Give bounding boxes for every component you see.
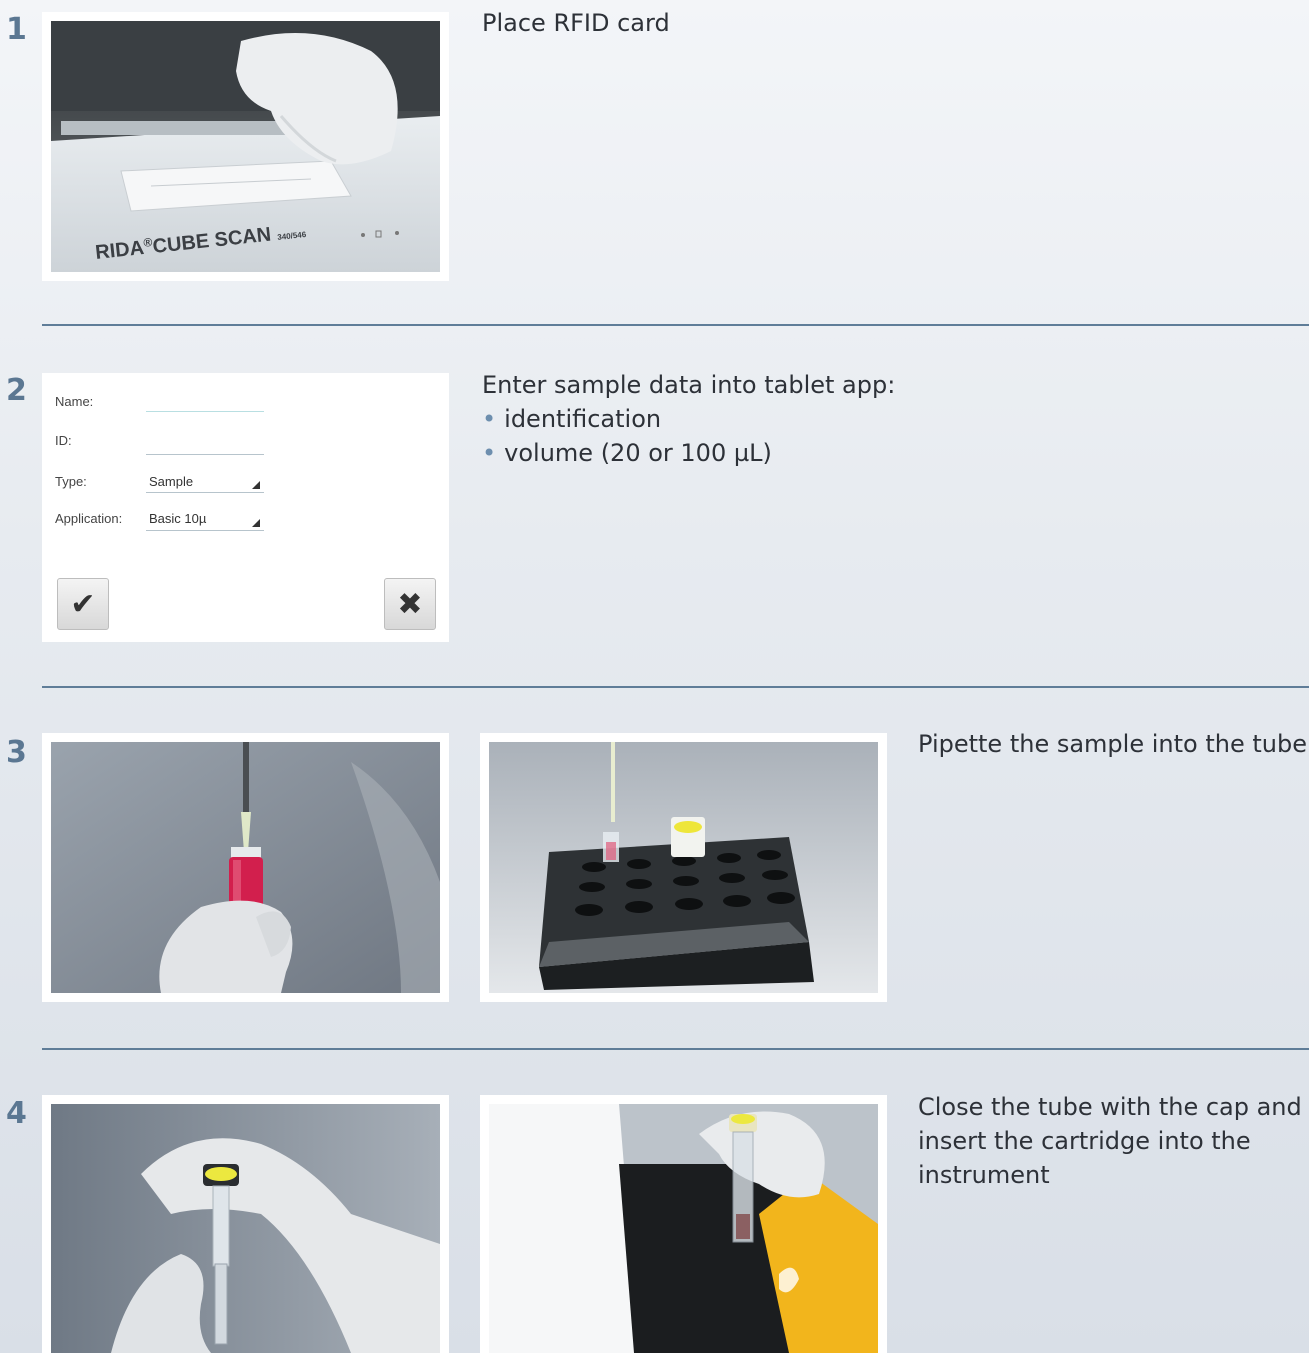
step-number-2: 2: [6, 373, 27, 408]
application-select-value[interactable]: Basic 10µ: [149, 511, 206, 526]
type-dropdown-icon[interactable]: [252, 481, 260, 489]
divider-3: [42, 1048, 1309, 1050]
type-select-underline: [146, 492, 264, 493]
tube-rack-image: [489, 742, 878, 993]
photo-insert-cartridge: [480, 1095, 887, 1353]
type-select-value[interactable]: Sample: [149, 474, 193, 489]
divider-1: [42, 324, 1309, 326]
checkmark-icon: ✔: [70, 586, 96, 622]
photo-rfid-card: RIDA®CUBE SCAN 340/546: [42, 12, 449, 281]
step-4-line: instrument: [918, 1161, 1050, 1189]
application-dropdown-icon[interactable]: [252, 519, 260, 527]
step-1-text: Place RFID card: [482, 9, 670, 37]
id-label: ID:: [55, 433, 72, 448]
step-2-title: Enter sample data into tablet app:: [482, 371, 896, 399]
bullet-identification: identification: [504, 405, 662, 433]
application-label: Application:: [55, 511, 123, 526]
confirm-button[interactable]: ✔: [57, 578, 109, 630]
step-2-bullet: • volume (20 or 100 µL): [482, 436, 895, 470]
type-label: Type:: [55, 474, 87, 489]
step-number-3: 3: [6, 735, 27, 770]
bullet-volume: volume (20 or 100 µL): [504, 439, 772, 467]
rfid-card-image: RIDA®CUBE SCAN 340/546: [51, 21, 440, 272]
cancel-button[interactable]: ✖: [384, 578, 436, 630]
close-tube-image: [51, 1104, 440, 1353]
application-select-underline: [146, 530, 264, 531]
bullet-icon: •: [482, 439, 497, 467]
step-number-1: 1: [6, 12, 27, 47]
step-4-line: insert the cartridge into the: [918, 1127, 1251, 1155]
step-2-text: Enter sample data into tablet app: • iden…: [482, 368, 895, 470]
photo-tube-rack: [480, 733, 887, 1002]
id-input[interactable]: [146, 454, 264, 455]
pipette-tube-image: [51, 742, 440, 993]
photo-pipette-tube: [42, 733, 449, 1002]
insert-cartridge-image: [489, 1104, 878, 1353]
name-input[interactable]: [146, 411, 264, 412]
bullet-icon: •: [482, 405, 497, 433]
name-label: Name:: [55, 394, 94, 409]
photo-close-tube: [42, 1095, 449, 1353]
close-icon: ✖: [397, 586, 423, 622]
tablet-app-form: Name: ID: Type: Sample Application: Basi…: [42, 373, 449, 642]
step-2-bullet: • identification: [482, 402, 895, 436]
step-3-text: Pipette the sample into the tube: [918, 730, 1307, 758]
step-4-line: Close the tube with the cap and: [918, 1093, 1302, 1121]
step-number-4: 4: [6, 1096, 27, 1131]
divider-2: [42, 686, 1309, 688]
step-4-text: Close the tube with the cap and insert t…: [918, 1090, 1302, 1192]
